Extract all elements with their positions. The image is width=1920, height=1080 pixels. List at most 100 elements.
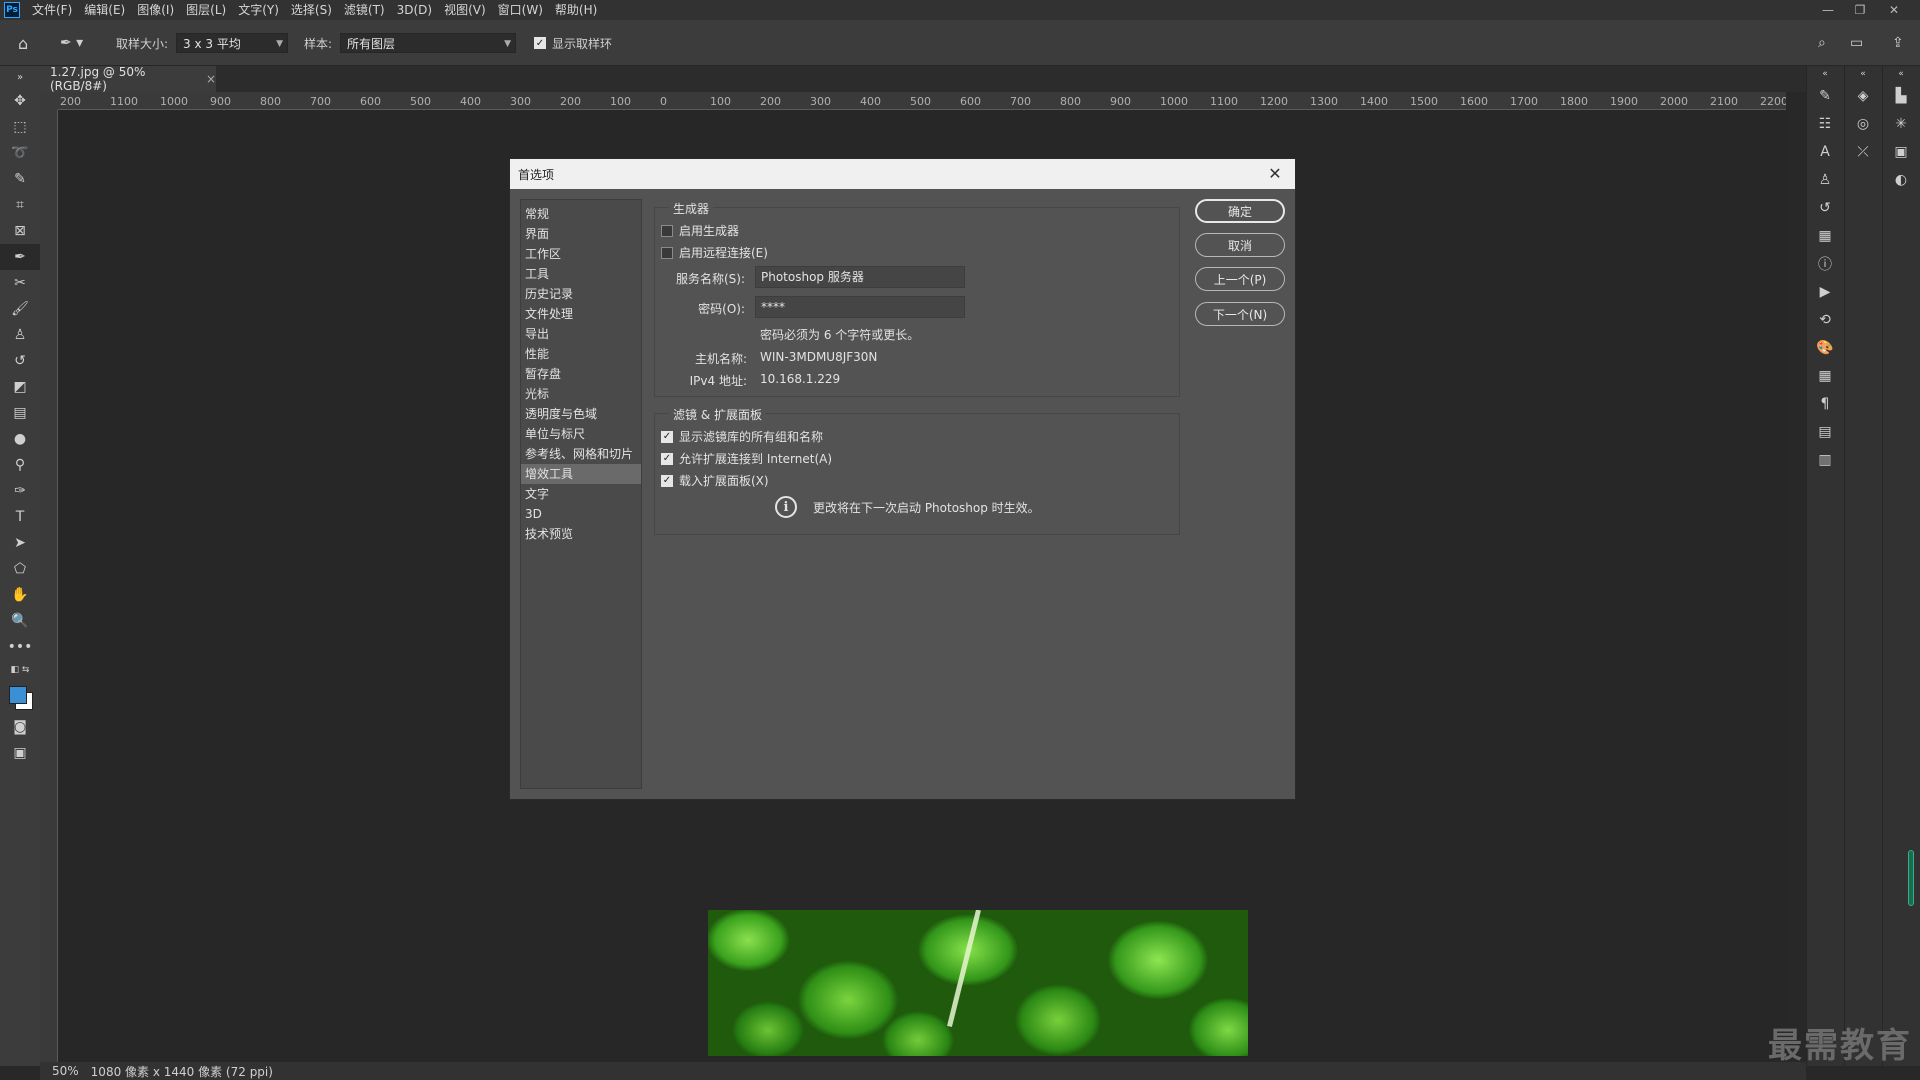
libraries-icon[interactable]: ▣	[1883, 138, 1919, 166]
screen-mode-icon[interactable]: ▣	[0, 740, 40, 766]
nav-performance[interactable]: 性能	[521, 344, 641, 364]
gradient-icon[interactable]: ▤	[0, 400, 40, 426]
frame-icon[interactable]: ⊠	[0, 218, 40, 244]
close-icon[interactable]: ✕	[1265, 163, 1285, 183]
blur-icon[interactable]: ●	[0, 426, 40, 452]
load-extensions-checkbox[interactable]: ✓	[661, 474, 673, 487]
brush-settings-icon[interactable]: ✎	[1807, 82, 1843, 110]
table-icon[interactable]: ▦	[1807, 362, 1843, 390]
nav-plugins[interactable]: 增效工具	[521, 464, 641, 484]
next-button[interactable]: 下一个(N)	[1195, 302, 1285, 326]
horizontal-ruler[interactable]: 200 1100 1000 900 800 700 600 500 400 300 200 100 0 1…	[58, 92, 1786, 110]
timeline-icon[interactable]: ⟲	[1807, 306, 1843, 334]
healing-icon[interactable]: ✂	[0, 270, 40, 296]
menu-window[interactable]: 窗口(W)	[492, 0, 549, 20]
actions-icon[interactable]: ▶	[1807, 278, 1843, 306]
sample-size-select[interactable]: 3 x 3 平均 ▼	[176, 33, 288, 53]
enable-remote-checkbox[interactable]	[661, 246, 673, 259]
histogram-icon[interactable]: ▙	[1883, 82, 1919, 110]
panel-scroll-indicator[interactable]	[1908, 850, 1914, 906]
quick-mask-icon[interactable]: ◙	[0, 714, 40, 740]
nav-history-log[interactable]: 历史记录	[521, 284, 641, 304]
menu-edit[interactable]: 编辑(E)	[78, 0, 131, 20]
nav-scratch-disks[interactable]: 暂存盘	[521, 364, 641, 384]
lasso-icon[interactable]: ➰	[0, 140, 40, 166]
notes-icon[interactable]: ▤	[1807, 418, 1843, 446]
crop-icon[interactable]: ⌗	[0, 192, 40, 218]
ok-button[interactable]: 确定	[1195, 199, 1285, 223]
channels-icon[interactable]: ◎	[1845, 110, 1881, 138]
collapse-panels-icon[interactable]: «	[1883, 66, 1919, 82]
nav-tech-previews[interactable]: 技术预览	[521, 524, 641, 544]
nav-3d[interactable]: 3D	[521, 504, 641, 524]
search-icon[interactable]: ⌕	[1818, 20, 1826, 66]
more-icon[interactable]: •••	[0, 634, 40, 660]
history-brush-icon[interactable]: ↺	[0, 348, 40, 374]
history-icon[interactable]: ↺	[1807, 194, 1843, 222]
swap-colors-icon[interactable]: ◧ ⇆	[0, 660, 40, 680]
shape-icon[interactable]: ⬠	[0, 556, 40, 582]
service-name-input[interactable]: Photoshop 服务器	[755, 266, 965, 288]
nav-workspace[interactable]: 工作区	[521, 244, 641, 264]
pen-icon[interactable]: ✑	[0, 478, 40, 504]
dodge-icon[interactable]: ⚲	[0, 452, 40, 478]
nav-interface[interactable]: 界面	[521, 224, 641, 244]
nav-tools[interactable]: 工具	[521, 264, 641, 284]
eyedropper-icon[interactable]: ✒	[0, 244, 40, 270]
nav-units-rulers[interactable]: 单位与标尺	[521, 424, 641, 444]
hand-icon[interactable]: ✋	[0, 582, 40, 608]
collapse-icon[interactable]: »	[0, 66, 40, 88]
nav-file-handling[interactable]: 文件处理	[521, 304, 641, 324]
minimize-icon[interactable]: —	[1812, 0, 1844, 20]
character-icon[interactable]: A	[1807, 138, 1843, 166]
menu-view[interactable]: 视图(V)	[438, 0, 492, 20]
close-tab-icon[interactable]: ×	[206, 72, 216, 86]
eyedropper-preset-icon[interactable]: ✒ ▾	[60, 20, 83, 66]
properties-icon[interactable]: ☷	[1807, 110, 1843, 138]
paragraph-icon[interactable]: ¶	[1807, 390, 1843, 418]
info-panel-icon[interactable]: ⓘ	[1807, 250, 1843, 278]
layers-icon[interactable]: ◈	[1845, 82, 1881, 110]
nav-type[interactable]: 文字	[521, 484, 641, 504]
foreground-color-swatch[interactable]	[9, 686, 27, 704]
menu-layer[interactable]: 图层(L)	[180, 0, 232, 20]
workspace-icon[interactable]: ▭	[1850, 20, 1863, 66]
menu-select[interactable]: 选择(S)	[285, 0, 338, 20]
zoom-icon[interactable]: 🔍	[0, 608, 40, 634]
color-panel-icon[interactable]: 🎨	[1807, 334, 1843, 362]
previous-button[interactable]: 上一个(P)	[1195, 267, 1285, 291]
quick-select-icon[interactable]: ✎	[0, 166, 40, 192]
allow-internet-checkbox[interactable]: ✓	[661, 452, 673, 465]
menu-help[interactable]: 帮助(H)	[549, 0, 603, 20]
menu-file[interactable]: 文件(F)	[26, 0, 78, 20]
clone-source-icon[interactable]: ♙	[1807, 166, 1843, 194]
password-input[interactable]: ****	[755, 296, 965, 318]
nav-transparency[interactable]: 透明度与色域	[521, 404, 641, 424]
share-icon[interactable]: ⇪	[1892, 20, 1904, 66]
sample-select[interactable]: 所有图层 ▼	[340, 33, 516, 53]
collapse-panels-icon[interactable]: «	[1845, 66, 1881, 82]
document-tab[interactable]: 1.27.jpg @ 50%(RGB/8#) ×	[40, 65, 216, 93]
nav-guides-grid[interactable]: 参考线、网格和切片	[521, 444, 641, 464]
menu-type[interactable]: 文字(Y)	[232, 0, 285, 20]
show-all-groups-checkbox[interactable]: ✓	[661, 430, 673, 443]
nav-cursors[interactable]: 光标	[521, 384, 641, 404]
close-window-icon[interactable]: ✕	[1878, 0, 1910, 20]
cancel-button[interactable]: 取消	[1195, 233, 1285, 257]
nav-export[interactable]: 导出	[521, 324, 641, 344]
menu-3d[interactable]: 3D(D)	[391, 0, 438, 20]
collapse-panels-icon[interactable]: «	[1807, 66, 1843, 82]
type-icon[interactable]: T	[0, 504, 40, 530]
document-info[interactable]: 1080 像素 x 1440 像素 (72 ppi)	[91, 1063, 273, 1080]
styles-icon[interactable]: ◐	[1883, 166, 1919, 194]
marquee-icon[interactable]: ⬚	[0, 114, 40, 140]
show-ring-checkbox[interactable]: ✓	[534, 37, 546, 49]
stamp-icon[interactable]: ♙	[0, 322, 40, 348]
adjustments-icon[interactable]: ✳	[1883, 110, 1919, 138]
swatches-icon[interactable]: ▦	[1807, 222, 1843, 250]
path-select-icon[interactable]: ➤	[0, 530, 40, 556]
enable-generator-checkbox[interactable]	[661, 224, 673, 237]
color-swatches[interactable]	[0, 680, 40, 714]
glyphs-icon[interactable]: ▥	[1807, 446, 1843, 474]
home-icon[interactable]: ⌂	[18, 20, 28, 66]
